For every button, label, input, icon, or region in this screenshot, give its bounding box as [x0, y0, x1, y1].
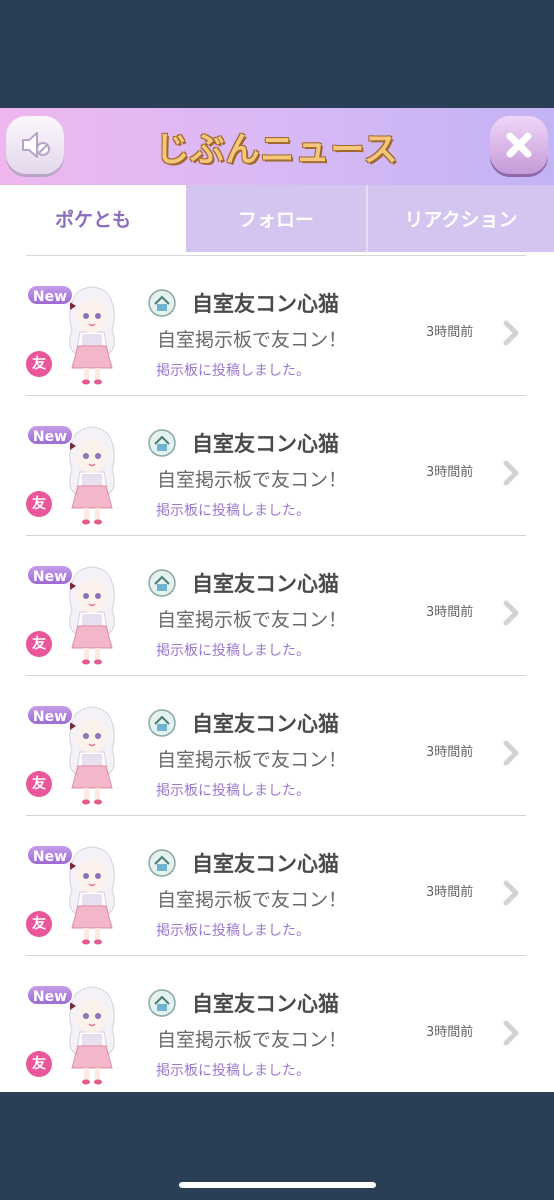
item-message: 掲示板に投稿しました。: [156, 1063, 310, 1079]
item-subtitle: 自室掲示板で友コン！: [157, 469, 348, 491]
item-time: 3時間前: [426, 325, 474, 340]
item-message: 掲示板に投稿しました。: [156, 503, 310, 519]
new-badge: New: [26, 844, 74, 866]
news-item[interactable]: New 友 自室友コン心猫 自室掲示板で友コン！ 掲示板に投稿しました。 3時間…: [26, 536, 526, 676]
item-time: 3時間前: [426, 885, 474, 900]
item-title: 自室友コン心猫: [192, 992, 339, 1016]
chevron-right-icon: [503, 880, 519, 906]
news-item[interactable]: New 友 自室友コン心猫 自室掲示板で友コン！ 掲示板に投稿しました。 3時間…: [26, 396, 526, 536]
room-icon: [148, 569, 176, 597]
item-title: 自室友コン心猫: [192, 712, 339, 736]
friend-badge: 友: [26, 351, 52, 377]
item-title: 自室友コン心猫: [192, 432, 339, 456]
room-icon: [148, 849, 176, 877]
chevron-right-icon: [503, 740, 519, 766]
item-subtitle: 自室掲示板で友コン！: [157, 609, 348, 631]
chevron-right-icon: [503, 1020, 519, 1046]
item-time: 3時間前: [426, 745, 474, 760]
room-icon: [148, 429, 176, 457]
friend-badge: 友: [26, 911, 52, 937]
item-title: 自室友コン心猫: [192, 292, 339, 316]
item-subtitle: 自室掲示板で友コン！: [157, 1029, 348, 1051]
friend-badge: 友: [26, 771, 52, 797]
item-message: 掲示板に投稿しました。: [156, 643, 310, 659]
item-subtitle: 自室掲示板で友コン！: [157, 329, 348, 351]
new-badge: New: [26, 564, 74, 586]
modal-header: じぶんニュース: [0, 108, 554, 185]
room-icon: [148, 289, 176, 317]
news-modal: じぶんニュース ポケとも フォロー リアクション New 友 自室友コン心猫 自…: [0, 108, 554, 1092]
new-badge: New: [26, 704, 74, 726]
new-badge: New: [26, 284, 74, 306]
item-message: 掲示板に投稿しました。: [156, 923, 310, 939]
tab-follow[interactable]: フォロー: [186, 185, 368, 252]
modal-title: じぶんニュース: [155, 130, 399, 170]
room-icon: [148, 709, 176, 737]
friend-badge: 友: [26, 491, 52, 517]
news-item[interactable]: New 友 自室友コン心猫 自室掲示板で友コン！ 掲示板に投稿しました。 3時間…: [26, 676, 526, 816]
item-subtitle: 自室掲示板で友コン！: [157, 749, 348, 771]
item-title: 自室友コン心猫: [192, 852, 339, 876]
item-title: 自室友コン心猫: [192, 572, 339, 596]
tab-bar: ポケとも フォロー リアクション: [0, 185, 554, 252]
chevron-right-icon: [503, 320, 519, 346]
news-item[interactable]: New 友 自室友コン心猫 自室掲示板で友コン！ 掲示板に投稿しました。 3時間…: [26, 816, 526, 956]
tab-reaction[interactable]: リアクション: [368, 185, 554, 252]
new-badge: New: [26, 984, 74, 1006]
tab-poketomo[interactable]: ポケとも: [0, 185, 186, 252]
item-time: 3時間前: [426, 1025, 474, 1040]
chevron-right-icon: [503, 600, 519, 626]
item-time: 3時間前: [426, 465, 474, 480]
item-message: 掲示板に投稿しました。: [156, 363, 310, 379]
news-item[interactable]: New 友 自室友コン心猫 自室掲示板で友コン！ 掲示板に投稿しました。 3時間…: [26, 256, 526, 396]
room-icon: [148, 989, 176, 1017]
close-button[interactable]: [490, 116, 548, 174]
item-time: 3時間前: [426, 605, 474, 620]
home-indicator[interactable]: [179, 1182, 376, 1188]
news-list: New 友 自室友コン心猫 自室掲示板で友コン！ 掲示板に投稿しました。 3時間…: [26, 255, 526, 1092]
chevron-right-icon: [503, 460, 519, 486]
item-message: 掲示板に投稿しました。: [156, 783, 310, 799]
item-subtitle: 自室掲示板で友コン！: [157, 889, 348, 911]
friend-badge: 友: [26, 1051, 52, 1077]
close-x-icon: [506, 132, 532, 158]
friend-badge: 友: [26, 631, 52, 657]
new-badge: New: [26, 424, 74, 446]
news-item[interactable]: New 友 自室友コン心猫 自室掲示板で友コン！ 掲示板に投稿しました。 3時間…: [26, 956, 526, 1092]
